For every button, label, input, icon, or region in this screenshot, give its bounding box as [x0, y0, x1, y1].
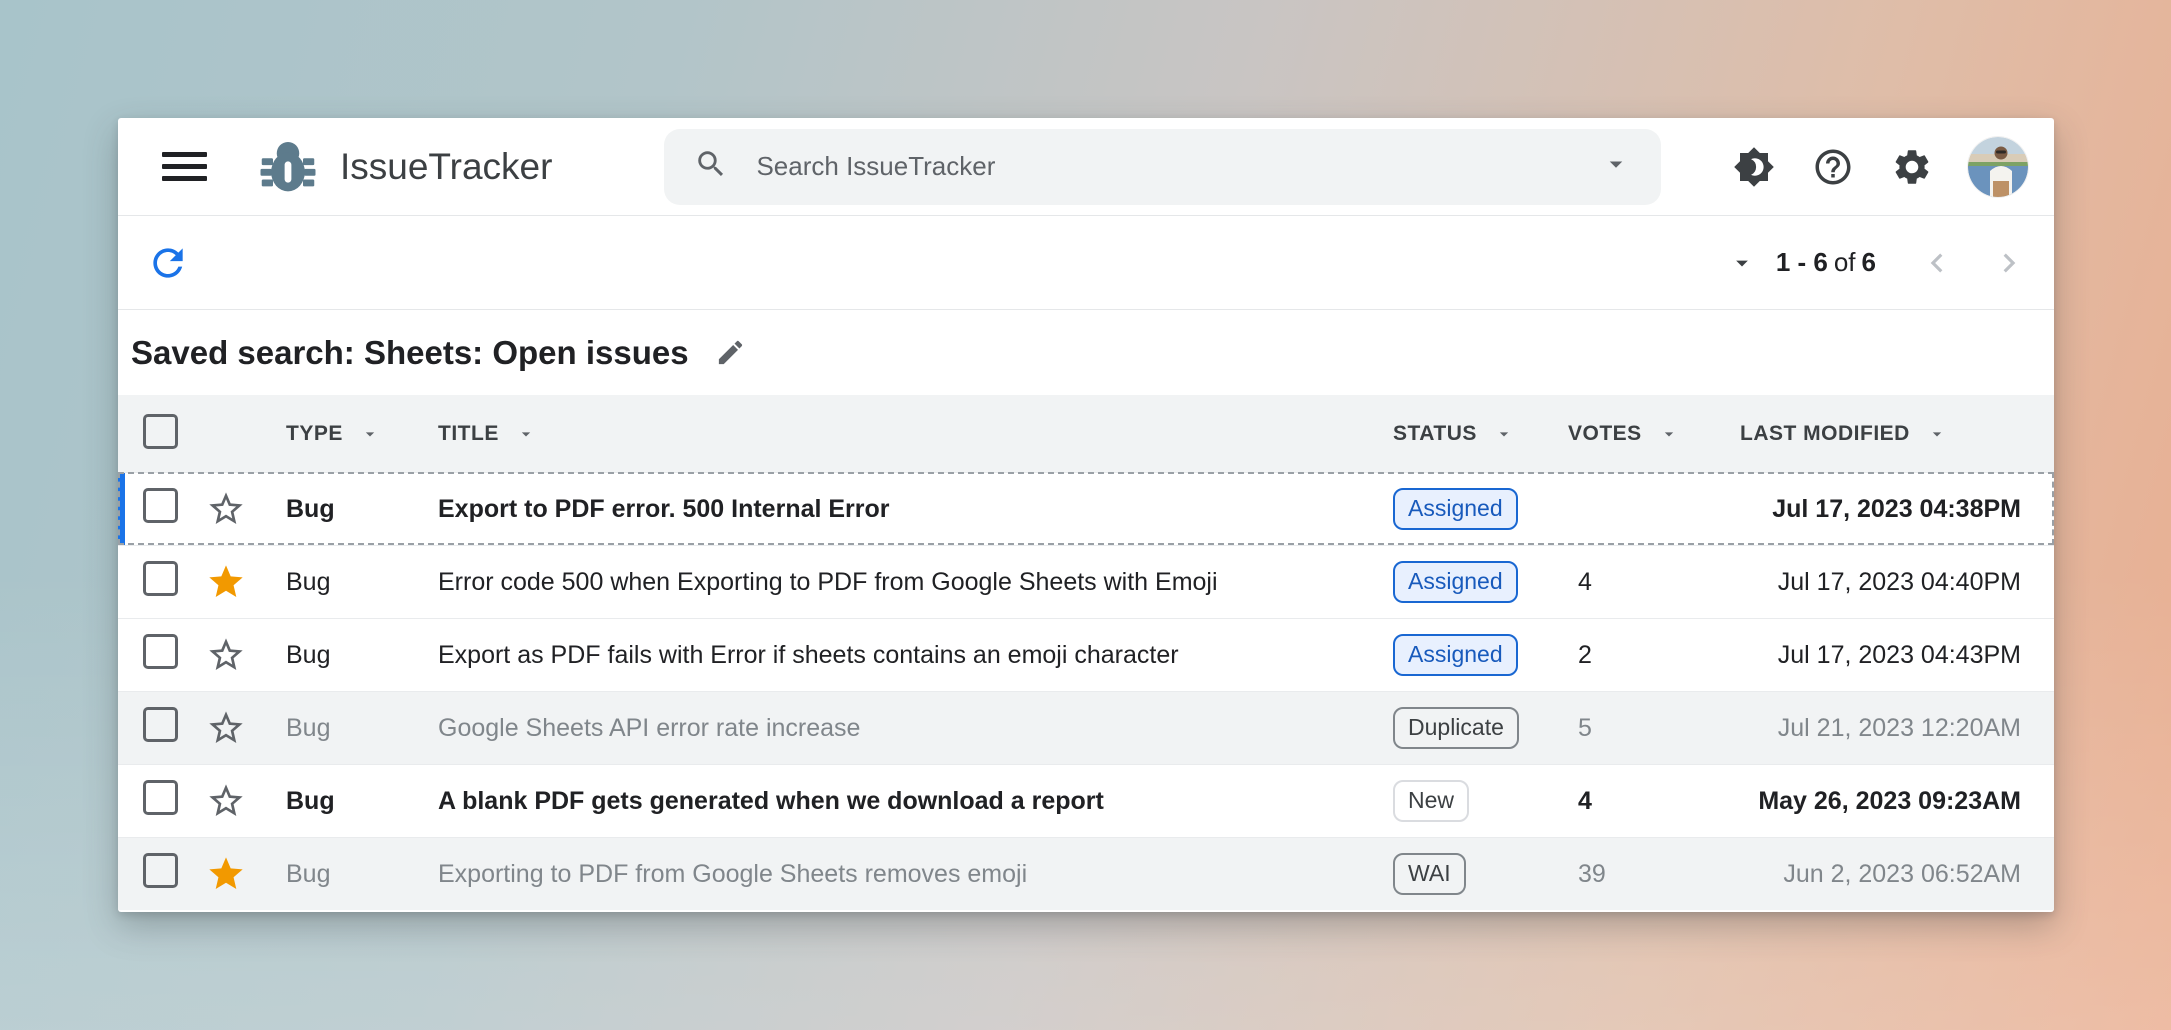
settings-gear-icon[interactable] — [1889, 144, 1935, 190]
saved-search-title: Saved search: Sheets: Open issues — [131, 334, 689, 372]
row-checkbox[interactable] — [143, 707, 178, 742]
page-info: 1 - 6of6 — [1776, 247, 1876, 278]
votes-cell: 4 — [1568, 787, 1738, 816]
table-row[interactable]: Bug Export as PDF fails with Error if sh… — [118, 618, 2054, 691]
star-icon[interactable] — [206, 562, 246, 602]
row-checkbox[interactable] — [143, 634, 178, 669]
issue-title-link[interactable]: A blank PDF gets generated when we downl… — [438, 787, 1393, 816]
sort-caret-icon — [1659, 424, 1679, 444]
app-header: IssueTracker — [118, 118, 2054, 216]
type-cell: Bug — [286, 714, 438, 743]
app-title: IssueTracker — [340, 146, 552, 188]
menu-icon[interactable] — [162, 152, 207, 181]
star-icon[interactable] — [206, 781, 246, 821]
issue-table-body: Bug Export to PDF error. 500 Internal Er… — [118, 472, 2054, 910]
sort-caret-icon — [516, 424, 536, 444]
sort-caret-icon — [360, 424, 380, 444]
modified-cell: Jun 2, 2023 06:52AM — [1738, 860, 2054, 889]
table-header: TYPE TITLE STATUS VOTES LAST MODIFIED — [118, 395, 2054, 472]
votes-cell: 2 — [1568, 641, 1738, 670]
search-icon — [694, 147, 728, 186]
edit-pencil-icon[interactable] — [711, 333, 751, 373]
column-header-modified[interactable]: LAST MODIFIED — [1738, 422, 2054, 446]
votes-cell: 39 — [1568, 860, 1738, 889]
chevron-left-icon[interactable] — [1918, 244, 1956, 282]
search-bar[interactable] — [664, 129, 1661, 205]
status-badge: WAI — [1393, 853, 1466, 895]
status-badge: Duplicate — [1393, 707, 1519, 749]
issue-title-link[interactable]: Google Sheets API error rate increase — [438, 714, 1393, 743]
type-cell: Bug — [286, 860, 438, 889]
type-cell: Bug — [286, 787, 438, 816]
star-icon[interactable] — [206, 489, 246, 529]
issue-tracker-window: IssueTracker — [118, 118, 2054, 912]
status-badge: Assigned — [1393, 634, 1518, 676]
row-checkbox[interactable] — [143, 853, 178, 888]
saved-search-row: Saved search: Sheets: Open issues — [118, 310, 2054, 395]
list-toolbar: 1 - 6of6 — [118, 216, 2054, 310]
select-all-checkbox[interactable] — [143, 414, 178, 449]
star-icon[interactable] — [206, 635, 246, 675]
modified-cell: Jul 17, 2023 04:43PM — [1738, 641, 2054, 670]
refresh-icon[interactable] — [144, 239, 192, 287]
sort-caret-icon — [1927, 424, 1947, 444]
issue-title-link[interactable]: Error code 500 when Exporting to PDF fro… — [438, 568, 1393, 597]
table-row[interactable]: Bug Export to PDF error. 500 Internal Er… — [118, 472, 2054, 545]
column-header-type[interactable]: TYPE — [286, 422, 438, 446]
table-row[interactable]: Bug Google Sheets API error rate increas… — [118, 691, 2054, 764]
star-icon[interactable] — [206, 708, 246, 748]
modified-cell: May 26, 2023 09:23AM — [1738, 787, 2054, 816]
status-badge: Assigned — [1393, 561, 1518, 603]
votes-cell: 5 — [1568, 714, 1738, 743]
table-row[interactable]: Bug Exporting to PDF from Google Sheets … — [118, 837, 2054, 910]
status-badge: New — [1393, 780, 1469, 822]
dark-mode-icon[interactable] — [1731, 144, 1777, 190]
status-badge: Assigned — [1393, 488, 1518, 530]
issue-title-link[interactable]: Export as PDF fails with Error if sheets… — [438, 641, 1393, 670]
votes-cell: 4 — [1568, 568, 1738, 597]
type-cell: Bug — [286, 495, 438, 524]
header-actions — [1731, 137, 2028, 197]
issue-title-link[interactable]: Export to PDF error. 500 Internal Error — [438, 495, 1393, 524]
modified-cell: Jul 21, 2023 12:20AM — [1738, 714, 2054, 743]
chevron-right-icon[interactable] — [1990, 244, 2028, 282]
row-checkbox[interactable] — [143, 488, 178, 523]
page-size-caret-icon[interactable] — [1728, 249, 1756, 277]
row-checkbox[interactable] — [143, 780, 178, 815]
star-icon[interactable] — [206, 854, 246, 894]
avatar[interactable] — [1968, 137, 2028, 197]
help-icon[interactable] — [1810, 144, 1856, 190]
type-cell: Bug — [286, 641, 438, 670]
row-checkbox[interactable] — [143, 561, 178, 596]
bug-logo-icon — [258, 137, 318, 197]
column-header-votes[interactable]: VOTES — [1568, 422, 1738, 446]
modified-cell: Jul 17, 2023 04:38PM — [1738, 495, 2054, 524]
issue-title-link[interactable]: Exporting to PDF from Google Sheets remo… — [438, 860, 1393, 889]
modified-cell: Jul 17, 2023 04:40PM — [1738, 568, 2054, 597]
column-header-status[interactable]: STATUS — [1393, 422, 1568, 446]
column-header-title[interactable]: TITLE — [438, 422, 1393, 446]
table-row[interactable]: Bug Error code 500 when Exporting to PDF… — [118, 545, 2054, 618]
table-row[interactable]: Bug A blank PDF gets generated when we d… — [118, 764, 2054, 837]
search-dropdown-caret-icon[interactable] — [1601, 149, 1631, 184]
search-input[interactable] — [754, 150, 1601, 183]
type-cell: Bug — [286, 568, 438, 597]
sort-caret-icon — [1494, 424, 1514, 444]
pagination: 1 - 6of6 — [1728, 244, 2028, 282]
